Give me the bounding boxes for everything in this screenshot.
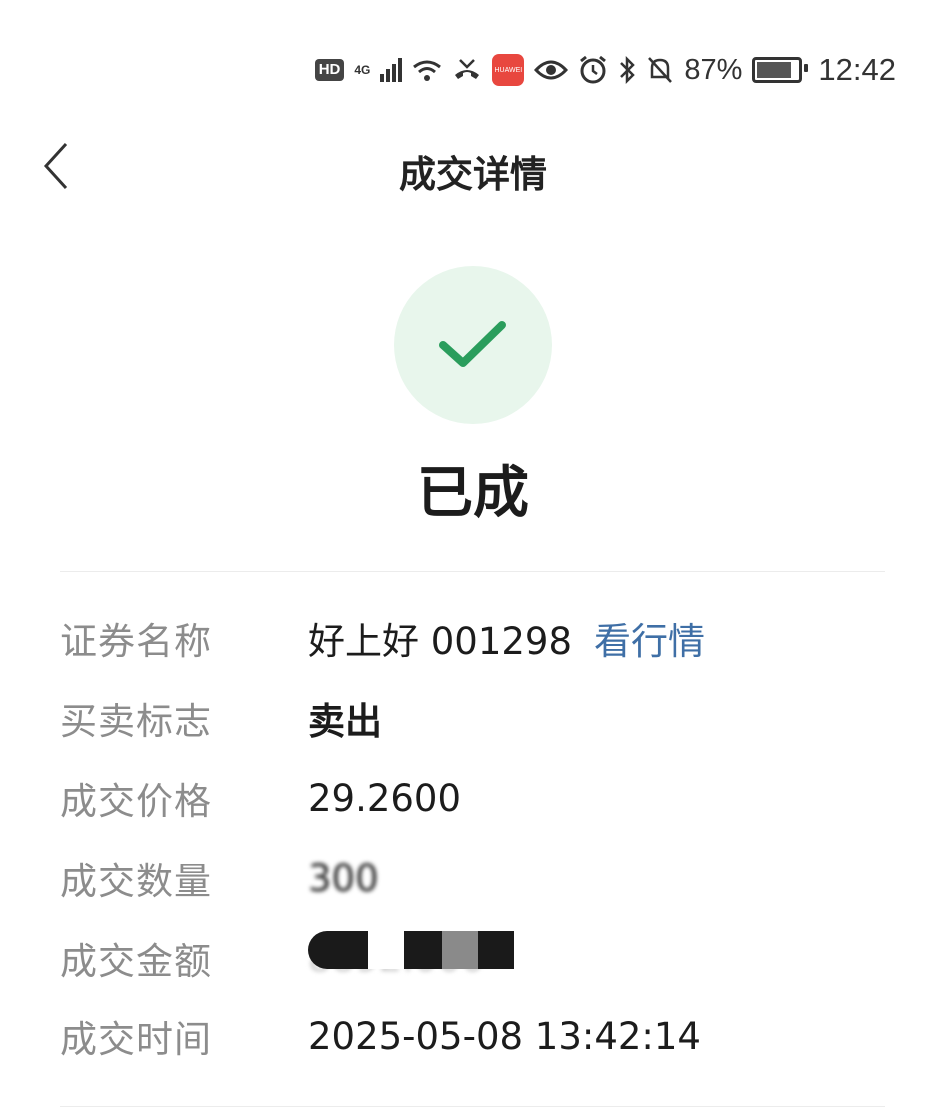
missed-call-icon <box>455 59 480 79</box>
security-value: 好上好 001298 <box>308 620 573 663</box>
price-label: 成交价格 <box>60 780 212 823</box>
direction-label: 买卖标志 <box>60 700 212 743</box>
eye-icon <box>534 60 569 80</box>
detail-row-security: 证券名称 好上好 001298 看行情 <box>60 608 705 668</box>
alarm-icon <box>580 55 607 84</box>
direction-value: 卖出 <box>308 700 382 743</box>
amount-value-wrap: 8892.000 <box>308 930 514 980</box>
detail-row-time: 成交时间 2025-05-08 13:42:14 <box>60 1006 701 1066</box>
security-label: 证券名称 <box>60 620 212 663</box>
divider <box>60 1106 885 1107</box>
battery-icon <box>752 57 809 83</box>
checkmark-icon <box>439 321 506 367</box>
success-badge <box>394 266 552 424</box>
signal-icon <box>380 58 403 82</box>
amount-label: 成交金额 <box>60 940 212 983</box>
bluetooth-icon <box>620 55 636 85</box>
security-value-wrap: 好上好 001298 看行情 <box>308 611 705 665</box>
app-notification-icon: HUAWEI <box>492 54 525 86</box>
status-bar: HD 4G HUAWEI 87% 12:42 <box>314 48 896 92</box>
clock: 12:42 <box>818 52 896 87</box>
quantity-label: 成交数量 <box>60 860 212 903</box>
detail-row-price: 成交价格 29.2600 <box>60 768 461 828</box>
detail-row-direction: 买卖标志 卖出 <box>60 688 382 748</box>
quantity-value: 300 <box>308 856 379 900</box>
detail-row-quantity: 成交数量 300 <box>60 848 379 908</box>
divider <box>60 571 885 572</box>
time-label: 成交时间 <box>60 1018 212 1061</box>
time-value: 2025-05-08 13:42:14 <box>308 1014 701 1058</box>
battery-percent: 87% <box>684 53 743 86</box>
detail-row-amount: 成交金额 8892.000 <box>60 928 514 988</box>
network-type: 4G <box>354 63 371 77</box>
privacy-mask <box>308 930 514 969</box>
order-status: 已成 <box>417 461 529 526</box>
page-title: 成交详情 <box>399 153 547 196</box>
wifi-icon <box>413 60 442 81</box>
view-quote-link[interactable]: 看行情 <box>594 611 705 665</box>
price-value: 29.2600 <box>308 776 462 820</box>
hd-icon: HD <box>314 59 345 81</box>
mute-bell-icon <box>648 57 673 83</box>
